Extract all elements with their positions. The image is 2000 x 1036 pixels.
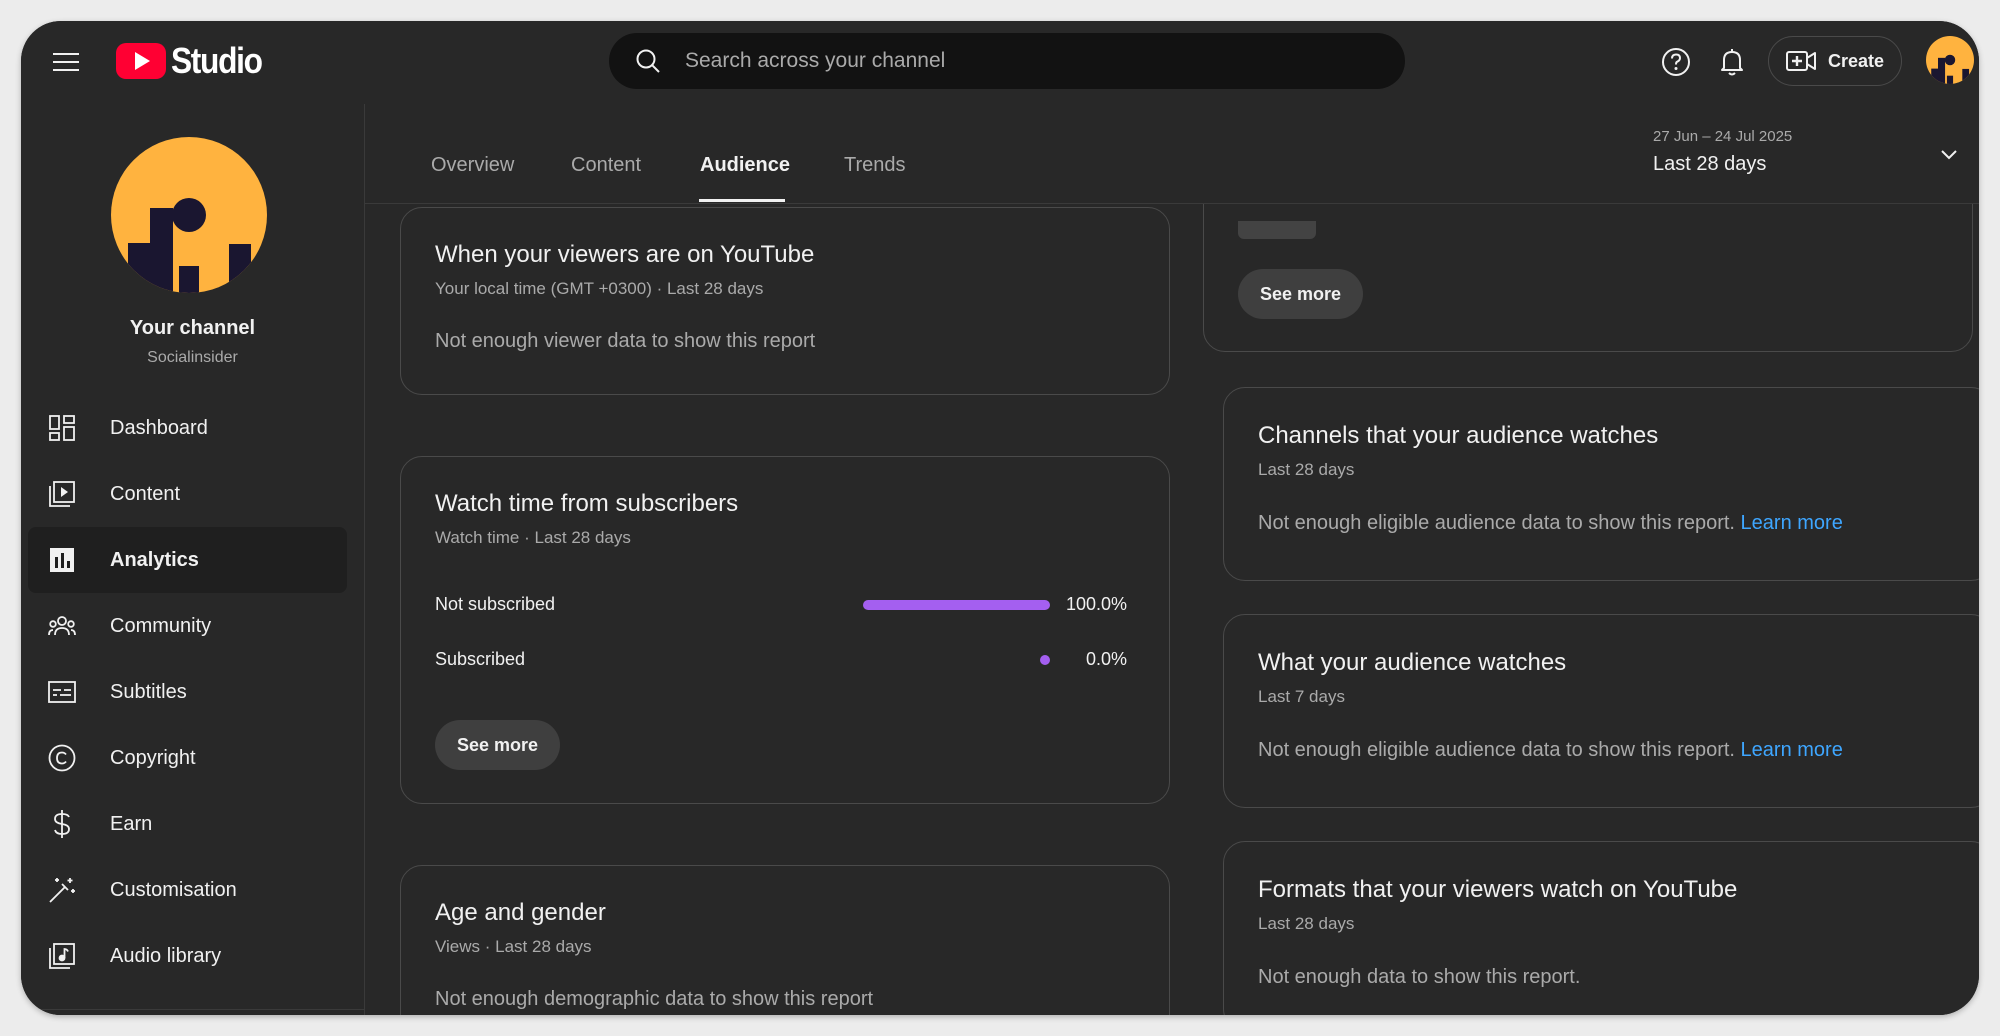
see-more-button[interactable]: See more: [1238, 269, 1364, 319]
tab-overview[interactable]: Overview: [431, 154, 514, 177]
sidebar-item-label: Customisation: [110, 878, 237, 901]
card-title: Formats that your viewers watch on YouTu…: [1258, 876, 1738, 903]
sidebar-item-label: Earn: [110, 812, 153, 835]
main-content: When your viewers are on YouTube Your lo…: [365, 104, 1979, 1015]
card-message: Not enough eligible audience data to sho…: [1258, 512, 1843, 535]
message-text: Not enough eligible audience data to sho…: [1258, 512, 1735, 534]
create-button-label: Create: [1827, 50, 1885, 71]
sidebar-item-content[interactable]: Content: [28, 461, 347, 527]
card-subtitle: Your local time (GMT +0300) · Last 28 da…: [435, 279, 764, 298]
audio-library-icon: [46, 940, 78, 972]
dashboard-icon: [46, 412, 78, 444]
copyright-icon: [46, 742, 78, 774]
channel-avatar[interactable]: [111, 137, 267, 293]
date-range-picker[interactable]: 27 Jun – 24 Jul 2025 Last 28 days: [1653, 128, 1792, 176]
sidebar-item-label: Subtitles: [110, 680, 187, 703]
content-icon: [46, 478, 78, 510]
see-more-button[interactable]: See more: [435, 720, 561, 770]
analytics-tabs-bar: Overview Content Audience Trends 27 Jun …: [365, 104, 1979, 204]
card-title: Watch time from subscribers: [435, 490, 739, 517]
sidebar-item-label: Community: [110, 614, 212, 637]
earn-icon: [46, 808, 78, 840]
sidebar-item-customisation[interactable]: Customisation: [28, 857, 347, 923]
hamburger-menu-icon[interactable]: [47, 43, 85, 81]
tab-audience[interactable]: Audience: [700, 154, 790, 177]
learn-more-link[interactable]: Learn more: [1741, 512, 1843, 534]
analytics-icon: [46, 544, 78, 576]
sidebar-item-label: Audio library: [110, 944, 222, 967]
search-input[interactable]: [683, 48, 1381, 74]
sidebar-item-analytics[interactable]: Analytics: [28, 527, 347, 593]
studio-logo[interactable]: Studio: [116, 39, 274, 83]
help-icon[interactable]: [1657, 43, 1695, 81]
card-message: Not enough data to show this report.: [1258, 966, 1581, 988]
card-subtitle: Last 28 days: [1258, 914, 1355, 933]
row-label: Subscribed: [435, 649, 526, 669]
sidebar-item-dashboard[interactable]: Dashboard: [28, 395, 347, 461]
bar-fill-subscribed: [1040, 655, 1050, 665]
date-range-dates: 27 Jun – 24 Jul 2025: [1653, 128, 1793, 145]
community-icon: [46, 610, 78, 642]
search-icon[interactable]: [633, 46, 663, 76]
card-message: Not enough eligible audience data to sho…: [1258, 739, 1843, 762]
sidebar-item-label: Copyright: [110, 746, 196, 769]
card-title: Channels that your audience watches: [1258, 422, 1659, 449]
sidebar-item-label: Analytics: [110, 548, 199, 571]
row-value: 100.0%: [1065, 594, 1127, 614]
sidebar-item-copyright[interactable]: Copyright: [28, 725, 347, 791]
bar-track: [863, 655, 1050, 665]
sidebar-item-earn[interactable]: Earn: [28, 791, 347, 857]
youtube-logo-icon: [116, 43, 166, 79]
tab-content[interactable]: Content: [571, 154, 641, 177]
bar-fill-not-subscribed: [863, 600, 1050, 610]
card-what-audience-watches: What your audience watches Last 7 days N…: [1223, 614, 1979, 808]
message-text: Not enough eligible audience data to sho…: [1258, 739, 1735, 761]
subscriber-row-not-subscribed: Not subscribed 100.0%: [435, 592, 1127, 616]
card-message: Not enough viewer data to show this repo…: [435, 330, 816, 352]
logo-text: Studio: [171, 40, 263, 81]
active-tab-indicator: [699, 199, 785, 202]
card-channels-audience-watches: Channels that your audience watches Last…: [1223, 387, 1979, 581]
row-label: Not subscribed: [435, 594, 556, 614]
card-subtitle: Watch time · Last 28 days: [435, 528, 631, 547]
notifications-bell-icon[interactable]: [1713, 43, 1751, 81]
chevron-down-icon[interactable]: [1937, 142, 1961, 166]
card-title: Age and gender: [435, 899, 606, 926]
sidebar-item-subtitles[interactable]: Subtitles: [28, 659, 347, 725]
card-title: When your viewers are on YouTube: [435, 241, 815, 268]
tab-trends[interactable]: Trends: [844, 154, 906, 177]
channel-handle: Socialinsider: [147, 349, 238, 366]
account-avatar[interactable]: [1926, 36, 1974, 84]
card-age-gender: Age and gender Views · Last 28 days Not …: [400, 865, 1170, 1015]
subtitles-icon: [46, 676, 78, 708]
date-range-label: Last 28 days: [1653, 153, 1767, 175]
card-formats-viewers-watch: Formats that your viewers watch on YouTu…: [1223, 841, 1979, 1015]
sidebar-item-label: Dashboard: [110, 416, 208, 439]
sidebar-nav: Dashboard Content Analytics Community Su…: [28, 395, 347, 989]
sidebar-item-community[interactable]: Community: [28, 593, 347, 659]
video-thumbnail: [1238, 221, 1316, 239]
channel-name: Your channel: [129, 317, 256, 339]
search-bar: [609, 33, 1405, 89]
card-viewers-on-youtube: When your viewers are on YouTube Your lo…: [400, 207, 1170, 395]
sidebar-divider: [21, 1009, 364, 1010]
learn-more-link[interactable]: Learn more: [1741, 739, 1843, 761]
row-value: 0.0%: [1085, 649, 1127, 669]
sidebar: Your channel Socialinsider Dashboard Con…: [21, 104, 365, 1015]
create-video-icon: [1785, 50, 1816, 72]
card-subtitle: Views · Last 28 days: [435, 937, 592, 956]
card-subtitle: Last 28 days: [1258, 460, 1355, 479]
top-bar: Studio Create: [21, 21, 1979, 105]
create-button[interactable]: Create: [1768, 36, 1902, 86]
sidebar-item-label: Content: [110, 482, 181, 505]
card-subtitle: Last 7 days: [1258, 687, 1345, 706]
card-title: What your audience watches: [1258, 649, 1567, 676]
bar-track: [863, 600, 1050, 610]
app-window: Studio Create Your channel: [21, 21, 1979, 1015]
card-message: Not enough demographic data to show this…: [435, 988, 874, 1010]
card-watch-time-subscribers: Watch time from subscribers Watch time ·…: [400, 456, 1170, 804]
subscriber-row-subscribed: Subscribed 0.0%: [435, 647, 1127, 671]
customisation-icon: [46, 874, 78, 906]
sidebar-item-audio-library[interactable]: Audio library: [28, 923, 347, 989]
